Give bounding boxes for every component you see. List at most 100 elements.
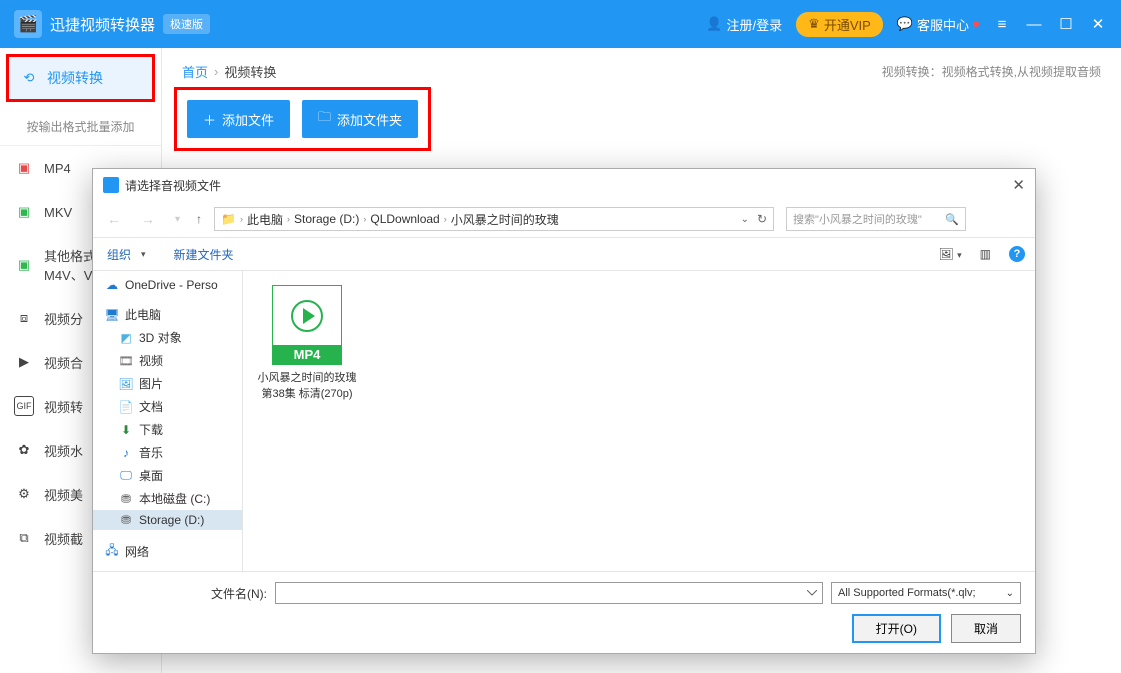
cube-icon: ◩ — [119, 331, 133, 345]
pc-icon: 🖥 — [105, 308, 119, 322]
chevron-right-icon: › — [214, 64, 218, 79]
add-file-button[interactable]: ＋ 添加文件 — [187, 100, 290, 138]
cloud-icon: ☁ — [105, 278, 119, 292]
search-input[interactable]: 搜索"小风暴之时间的玫瑰" 🔍 — [786, 207, 966, 231]
cancel-button[interactable]: 取消 — [951, 614, 1021, 643]
tree-onedrive[interactable]: ☁OneDrive - Perso — [93, 275, 242, 295]
vip-button[interactable]: ♛ 开通VIP — [796, 12, 883, 37]
path-seg[interactable]: QLDownload — [370, 212, 439, 226]
sidebar-active-label: 视频转换 — [47, 68, 103, 88]
tree-pictures[interactable]: 🖼图片 — [93, 372, 242, 395]
chat-icon: 💬 — [897, 16, 913, 32]
organize-menu[interactable]: 组织 — [103, 244, 135, 265]
breadcrumb-desc: 视频转换：视频格式转换,从视频提取音频 — [882, 63, 1101, 80]
vip-label: 开通VIP — [824, 15, 871, 34]
login-label: 注册/登录 — [727, 15, 783, 34]
breadcrumb: 首页 › 视频转换 视频转换：视频格式转换,从视频提取音频 — [162, 48, 1121, 87]
dialog-close-button[interactable]: ✕ — [1012, 176, 1025, 194]
nav-back-button[interactable]: ← — [103, 211, 125, 227]
file-thumbnail: MP4 — [272, 285, 342, 365]
file-list[interactable]: MP4 小风暴之时间的玫瑰 第38集 标清(270p) — [243, 271, 1035, 571]
chevron-down-icon: ⌄ — [1006, 588, 1014, 599]
menu-button[interactable]: ≡ — [993, 15, 1011, 33]
convert-icon: ⟲ — [19, 68, 39, 88]
new-folder-button[interactable]: 新建文件夹 — [170, 244, 238, 265]
mkv-icon: ▣ — [14, 202, 34, 222]
help-button[interactable]: ? — [1009, 246, 1025, 262]
watermark-icon: ✿ — [14, 440, 34, 460]
breadcrumb-home[interactable]: 首页 — [182, 62, 208, 81]
user-icon: 👤 — [706, 16, 722, 32]
chevron-down-icon[interactable]: ⌄ — [741, 214, 749, 225]
maximize-button[interactable]: ☐ — [1057, 15, 1075, 33]
dialog-toolbar: 组织 ▾ 新建文件夹 🖼 ▾ ▥ ? — [93, 237, 1035, 271]
tree-network[interactable]: 🖧网络 — [93, 538, 242, 565]
app-titlebar: 🎬 迅捷视频转换器 极速版 👤 注册/登录 ♛ 开通VIP 💬 客服中心 ≡ —… — [0, 0, 1121, 48]
file-ext-badge: MP4 — [273, 345, 341, 364]
merge-icon: ▶ — [14, 352, 34, 372]
chevron-down-icon: ▾ — [141, 249, 146, 260]
preview-pane-button[interactable]: ▥ — [980, 247, 991, 261]
tree-documents[interactable]: 📄文档 — [93, 395, 242, 418]
support-link[interactable]: 💬 客服中心 — [897, 15, 979, 34]
app-logo-icon: 🎬 — [14, 10, 42, 38]
chevron-right-icon: › — [363, 214, 366, 224]
refresh-button[interactable]: ↻ — [757, 212, 767, 226]
desktop-icon: 🖵 — [119, 468, 133, 483]
tree-drive-d[interactable]: ⛃Storage (D:) — [93, 510, 242, 530]
path-seg[interactable]: 此电脑 — [247, 211, 283, 228]
file-item[interactable]: MP4 小风暴之时间的玫瑰 第38集 标清(270p) — [257, 285, 357, 401]
tree-3dobjects[interactable]: ◩3D 对象 — [93, 326, 242, 349]
split-icon: ⧈ — [14, 308, 34, 328]
nav-forward-button[interactable]: → — [137, 211, 159, 227]
tree-videos[interactable]: 🎞视频 — [93, 349, 242, 372]
file-name: 小风暴之时间的玫瑰 第38集 标清(270p) — [257, 369, 357, 401]
file-open-dialog: 请选择音视频文件 ✕ ← → ▾ ↑ 📁 › 此电脑 › Storage (D:… — [92, 168, 1036, 654]
tree-desktop[interactable]: 🖵桌面 — [93, 464, 242, 487]
support-label: 客服中心 — [917, 15, 969, 34]
folder-tree: ☁OneDrive - Perso 🖥此电脑 ◩3D 对象 🎞视频 🖼图片 📄文… — [93, 271, 243, 571]
document-icon: 📄 — [119, 400, 133, 414]
folder-icon: 🗀 — [318, 108, 331, 130]
gif-icon: GIF — [14, 396, 34, 416]
sidebar-item-video-convert[interactable]: ⟲ 视频转换 — [6, 54, 155, 102]
view-mode-button[interactable]: 🖼 ▾ — [939, 247, 962, 261]
otherfmt-icon: ▣ — [14, 255, 34, 275]
open-button[interactable]: 打开(O) — [852, 614, 941, 643]
drive-icon: ⛃ — [119, 513, 133, 527]
tree-thispc[interactable]: 🖥此电脑 — [93, 303, 242, 326]
notification-dot-icon — [973, 21, 979, 27]
download-icon: ⬇ — [119, 423, 133, 437]
sidebar-label: 视频分 — [44, 309, 83, 328]
sidebar-label: 视频转 — [44, 397, 83, 416]
dialog-title: 请选择音视频文件 — [125, 177, 221, 194]
search-icon: 🔍 — [945, 213, 959, 226]
tree-downloads[interactable]: ⬇下载 — [93, 418, 242, 441]
filename-input[interactable] — [275, 582, 823, 604]
address-bar[interactable]: 📁 › 此电脑 › Storage (D:) › QLDownload › 小风… — [214, 207, 774, 231]
add-buttons-highlight: ＋ 添加文件 🗀 添加文件夹 — [174, 87, 431, 151]
file-filter-select[interactable]: All Supported Formats(*.qlv; ⌄ — [831, 582, 1021, 604]
dialog-nav: ← → ▾ ↑ 📁 › 此电脑 › Storage (D:) › QLDownl… — [93, 201, 1035, 237]
sidebar-label: 视频美 — [44, 485, 83, 504]
path-seg[interactable]: Storage (D:) — [294, 212, 359, 226]
path-seg[interactable]: 小风暴之时间的玫瑰 — [451, 211, 559, 228]
add-folder-button[interactable]: 🗀 添加文件夹 — [302, 100, 418, 138]
filter-label: All Supported Formats(*.qlv; — [838, 587, 976, 599]
close-button[interactable]: ✕ — [1089, 15, 1107, 33]
breadcrumb-current: 视频转换 — [224, 62, 276, 81]
sidebar-label: 视频截 — [44, 529, 83, 548]
tree-music[interactable]: ♪音乐 — [93, 441, 242, 464]
filename-label: 文件名(N): — [107, 585, 267, 602]
nav-recent-button[interactable]: ▾ — [171, 214, 184, 225]
video-icon: 🎞 — [119, 354, 133, 368]
add-file-label: 添加文件 — [222, 110, 274, 129]
nav-up-button[interactable]: ↑ — [196, 212, 202, 226]
minimize-button[interactable]: — — [1025, 15, 1043, 33]
sidebar-label: MKV — [44, 205, 72, 220]
login-link[interactable]: 👤 注册/登录 — [706, 15, 782, 34]
sidebar-label: 视频水 — [44, 441, 83, 460]
tree-drive-c[interactable]: ⛃本地磁盘 (C:) — [93, 487, 242, 510]
chevron-right-icon: › — [444, 214, 447, 224]
search-placeholder: 搜索"小风暴之时间的玫瑰" — [793, 211, 922, 227]
